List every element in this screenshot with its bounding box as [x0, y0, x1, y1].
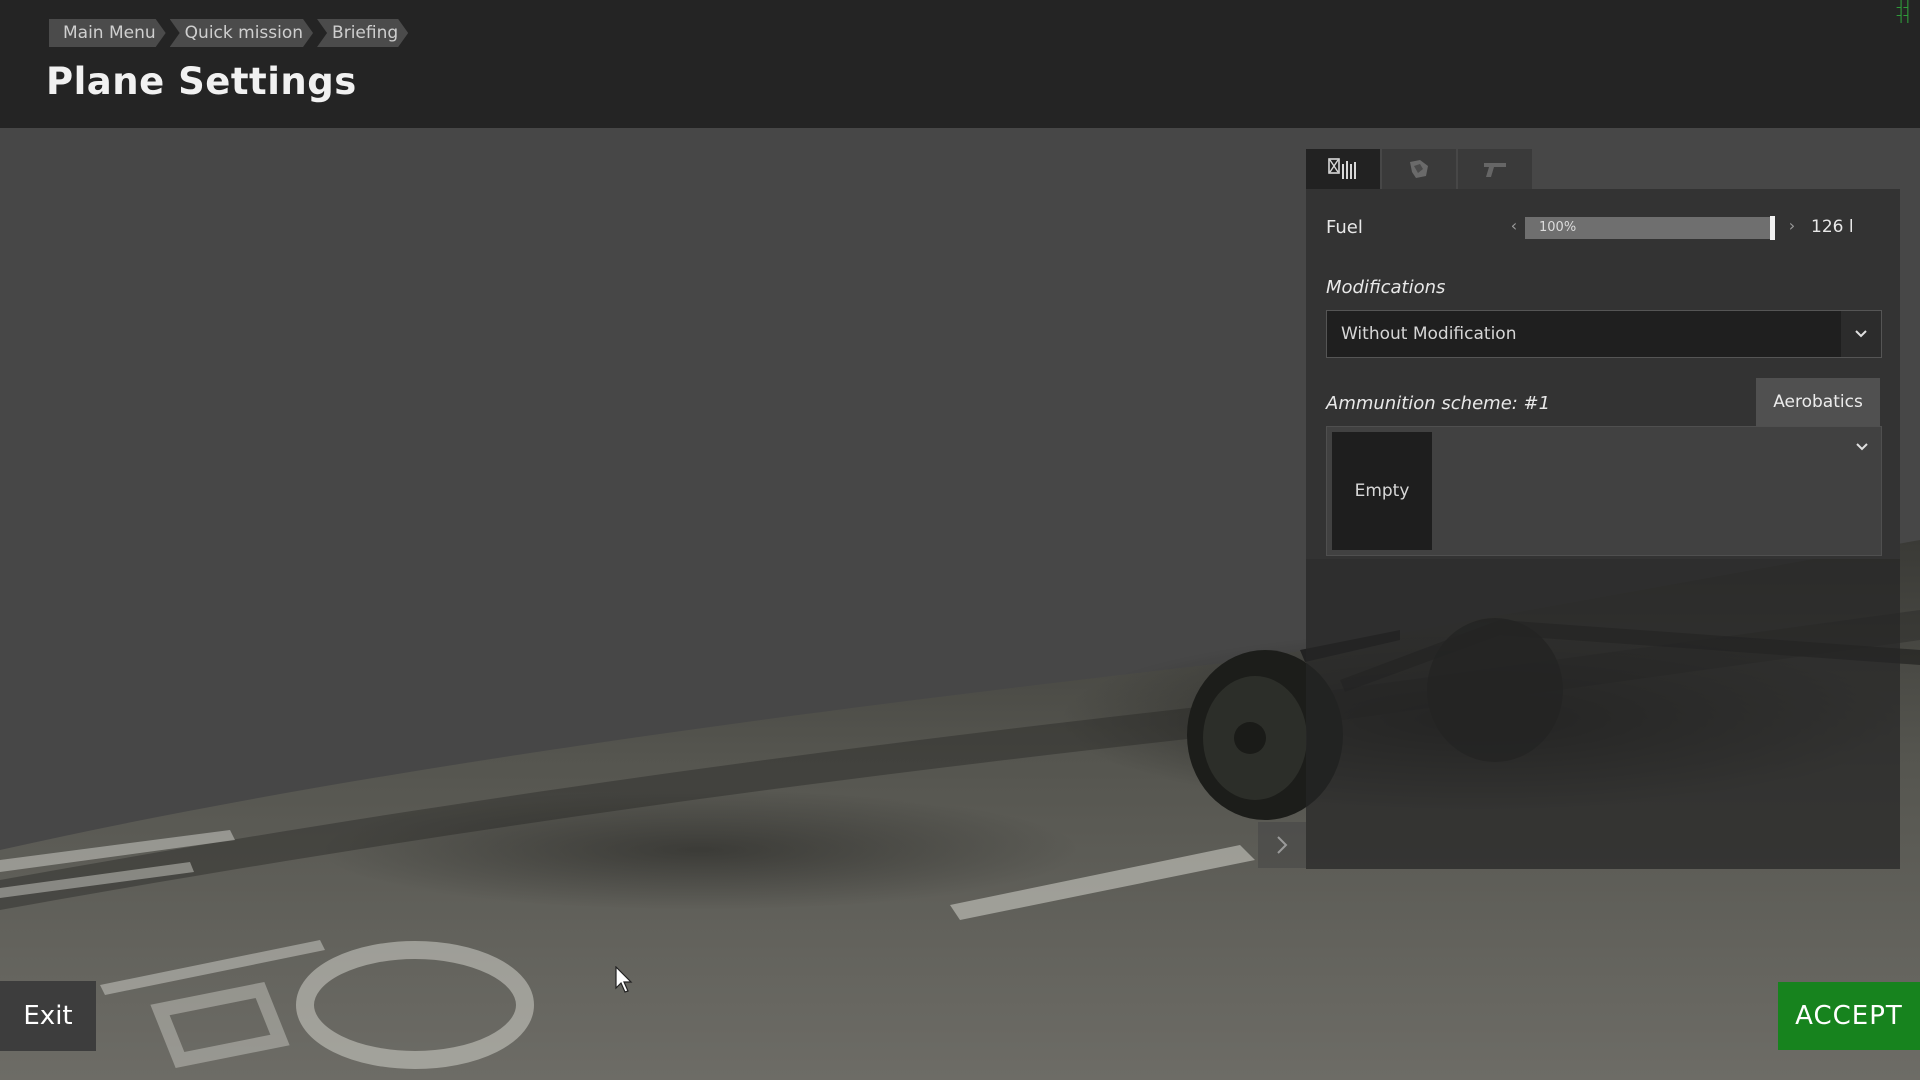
page-title: Plane Settings [46, 60, 357, 103]
camouflage-icon [1410, 160, 1428, 178]
breadcrumb-quick-mission[interactable]: Quick mission [170, 19, 313, 47]
ammunition-expand-toggle[interactable] [1855, 437, 1869, 456]
chevron-right-icon [1277, 836, 1288, 854]
modifications-dropdown[interactable]: Without Modification [1326, 310, 1882, 358]
breadcrumb-briefing[interactable]: Briefing [317, 19, 408, 47]
ammunition-scheme-label: Ammunition scheme: #1 [1326, 393, 1551, 414]
ammunition-slot[interactable]: Empty [1332, 432, 1432, 550]
panel-collapse-button[interactable] [1258, 822, 1306, 868]
loadout-icon [1328, 158, 1356, 179]
fuel-slider-handle[interactable] [1770, 216, 1775, 240]
plane-settings-screen: Main Menu Quick mission Briefing Plane S… [0, 0, 1920, 1080]
breadcrumb: Main Menu Quick mission Briefing [49, 19, 412, 47]
header-bar: Main Menu Quick mission Briefing Plane S… [0, 0, 1920, 128]
plane-settings-panel: Fuel ‹ 100% › 126 l Modifications Withou… [1306, 189, 1900, 869]
chevron-down-icon [1856, 443, 1868, 451]
tab-camouflage[interactable] [1382, 149, 1456, 189]
tab-loadout[interactable] [1306, 149, 1380, 189]
panel-content: Fuel ‹ 100% › 126 l Modifications Withou… [1306, 189, 1900, 559]
modifications-selected: Without Modification [1341, 324, 1517, 344]
accept-button[interactable]: ACCEPT [1778, 982, 1920, 1050]
modifications-label: Modifications [1326, 277, 1446, 298]
fuel-percent: 100% [1539, 220, 1577, 235]
tab-weapons[interactable] [1458, 149, 1532, 189]
ammunition-scheme-box: Empty [1326, 426, 1882, 556]
fuel-slider[interactable]: 100% [1525, 216, 1775, 240]
chevron-down-icon [1855, 330, 1867, 338]
fuel-liters: 126 l [1811, 217, 1854, 237]
fuel-decrease-icon[interactable]: ‹ [1507, 216, 1521, 235]
modifications-dropdown-toggle[interactable] [1841, 311, 1881, 357]
debug-glyph-icon: ᒣᒣ ᒣᒣ ᒣᒣ [1896, 0, 1910, 26]
mouse-cursor-icon [615, 965, 633, 998]
weapon-icon [1484, 163, 1506, 177]
fuel-increase-icon[interactable]: › [1785, 216, 1799, 235]
fuel-label: Fuel [1326, 217, 1363, 238]
exit-button[interactable]: Exit [0, 981, 96, 1051]
settings-tabs [1306, 149, 1534, 189]
breadcrumb-main-menu[interactable]: Main Menu [49, 19, 166, 47]
aerobatics-button[interactable]: Aerobatics [1756, 378, 1880, 426]
